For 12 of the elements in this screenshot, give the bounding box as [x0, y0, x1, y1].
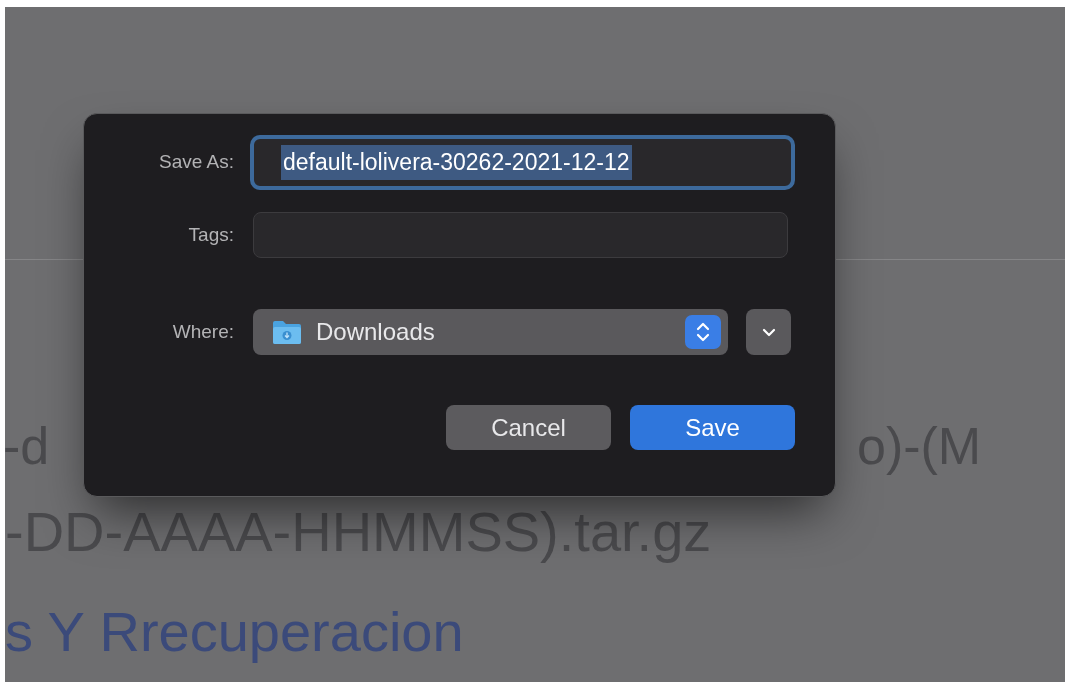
tags-field[interactable] [253, 212, 788, 258]
chevron-down-icon [761, 327, 776, 337]
folder-icon [272, 319, 302, 345]
where-label: Where: [171, 319, 234, 344]
cancel-button[interactable]: Cancel [446, 405, 611, 450]
save-as-label: Save As: [158, 150, 234, 175]
save-button[interactable]: Save [630, 405, 795, 450]
stepper-icon [685, 315, 721, 349]
location-popup[interactable]: Downloads [253, 309, 728, 355]
tags-label: Tags: [187, 222, 234, 247]
file-name-field[interactable]: default-lolivera-30262-2021-12-12 [250, 135, 795, 190]
expand-button[interactable] [746, 309, 791, 355]
